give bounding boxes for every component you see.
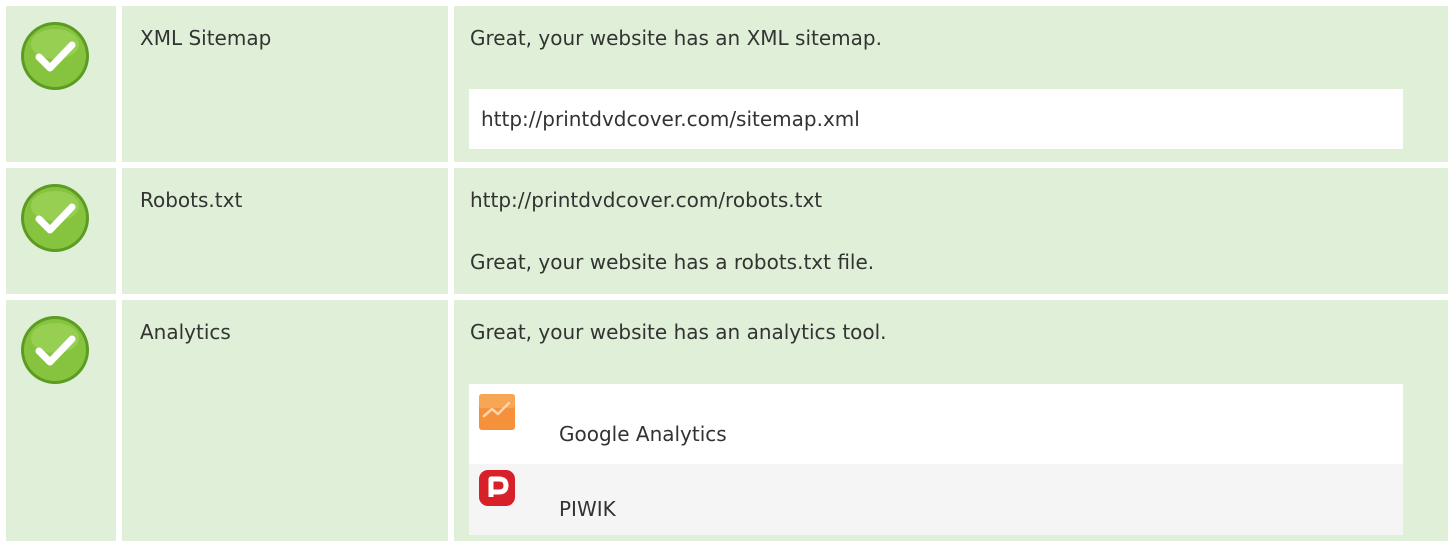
sitemap-url-box: http://printdvdcover.com/sitemap.xml	[469, 89, 1403, 149]
sitemap-url[interactable]: http://printdvdcover.com/sitemap.xml	[481, 106, 860, 132]
piwik-icon	[479, 470, 515, 506]
result-cell: Great, your website has an analytics too…	[454, 300, 1448, 541]
google-analytics-icon	[479, 394, 515, 430]
check-icon	[19, 182, 91, 254]
result-cell: Great, your website has an XML sitemap. …	[454, 6, 1448, 162]
analytics-tool-piwik: PIWIK	[469, 464, 1403, 535]
check-name-cell: Analytics	[122, 300, 448, 541]
tool-label: PIWIK	[559, 497, 616, 521]
robots-url[interactable]: http://printdvdcover.com/robots.txt	[470, 187, 822, 213]
report-row-analytics: Analytics Great, your website has an ana…	[6, 300, 1448, 541]
status-cell	[6, 168, 116, 294]
analytics-tool-google-analytics: Google Analytics	[469, 384, 1403, 464]
check-icon	[19, 314, 91, 386]
check-name: Analytics	[140, 320, 231, 344]
result-message: Great, your website has a robots.txt fil…	[470, 250, 875, 274]
result-message: Great, your website has an XML sitemap.	[470, 26, 882, 50]
check-name-cell: Robots.txt	[122, 168, 448, 294]
report-row-xml-sitemap: XML Sitemap Great, your website has an X…	[6, 6, 1448, 162]
check-name: Robots.txt	[140, 188, 243, 212]
seo-report: XML Sitemap Great, your website has an X…	[0, 0, 1448, 547]
tool-label: Google Analytics	[559, 422, 727, 446]
check-name: XML Sitemap	[140, 26, 272, 50]
result-cell: http://printdvdcover.com/robots.txt Grea…	[454, 168, 1448, 294]
result-message: Great, your website has an analytics too…	[470, 320, 887, 344]
status-cell	[6, 300, 116, 541]
check-name-cell: XML Sitemap	[122, 6, 448, 162]
check-icon	[19, 20, 91, 92]
status-cell	[6, 6, 116, 162]
report-row-robots-txt: Robots.txt http://printdvdcover.com/robo…	[6, 168, 1448, 294]
